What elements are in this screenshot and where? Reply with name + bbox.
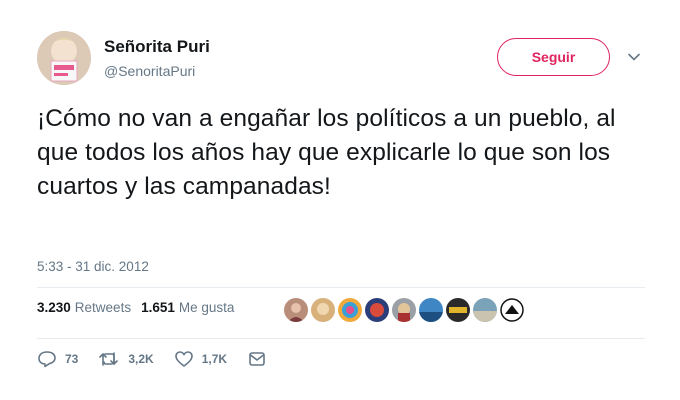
direct-message-button[interactable] (247, 350, 275, 368)
tweet-timestamp[interactable]: 5:33 - 31 dic. 2012 (37, 259, 149, 274)
retweet-count: 3,2K (128, 352, 154, 366)
liker-avatar[interactable] (338, 298, 362, 322)
follow-button[interactable]: Seguir (497, 38, 610, 76)
author-handle[interactable]: @SenoritaPuri (104, 63, 195, 79)
heart-icon (174, 351, 193, 367)
retweets-stat[interactable]: 3.230 Retweets (37, 300, 131, 315)
reply-count: 73 (65, 352, 79, 366)
author-name[interactable]: Señorita Puri (104, 37, 210, 57)
retweet-icon (99, 352, 119, 366)
retweets-count: 3.230 (37, 300, 71, 315)
divider (37, 338, 645, 339)
avatar[interactable] (37, 31, 91, 85)
caret-down-icon[interactable] (627, 50, 641, 64)
message-icon (249, 352, 265, 366)
liker-avatar[interactable] (500, 298, 524, 322)
like-count: 1,7K (201, 352, 228, 366)
likes-stat[interactable]: 1.651 Me gusta (141, 300, 234, 315)
tweet-card: Señorita Puri @SenoritaPuri Seguir ¡Cómo… (0, 0, 680, 400)
tweet-text: ¡Cómo no van a engañar los políticos a u… (37, 105, 616, 200)
liker-avatar[interactable] (311, 298, 335, 322)
likes-count: 1.651 (141, 300, 175, 315)
liker-avatar[interactable] (392, 298, 416, 322)
liker-avatar[interactable] (365, 298, 389, 322)
engagement-stats: 3.230 Retweets 1.651 Me gusta (37, 300, 234, 315)
divider (37, 287, 645, 288)
likes-label: Me gusta (178, 300, 235, 315)
retweet-button[interactable]: 3,2K (98, 350, 154, 368)
retweets-label: Retweets (74, 300, 132, 315)
liker-avatars (284, 298, 524, 322)
liker-avatar[interactable] (473, 298, 497, 322)
reply-button[interactable]: 73 (37, 350, 78, 368)
tweet-actions: 73 3,2K 1,7K (37, 350, 295, 368)
liker-avatar[interactable] (446, 298, 470, 322)
liker-avatar[interactable] (284, 298, 308, 322)
like-button[interactable]: 1,7K (174, 350, 227, 368)
reply-icon (38, 351, 56, 368)
liker-avatar[interactable] (419, 298, 443, 322)
